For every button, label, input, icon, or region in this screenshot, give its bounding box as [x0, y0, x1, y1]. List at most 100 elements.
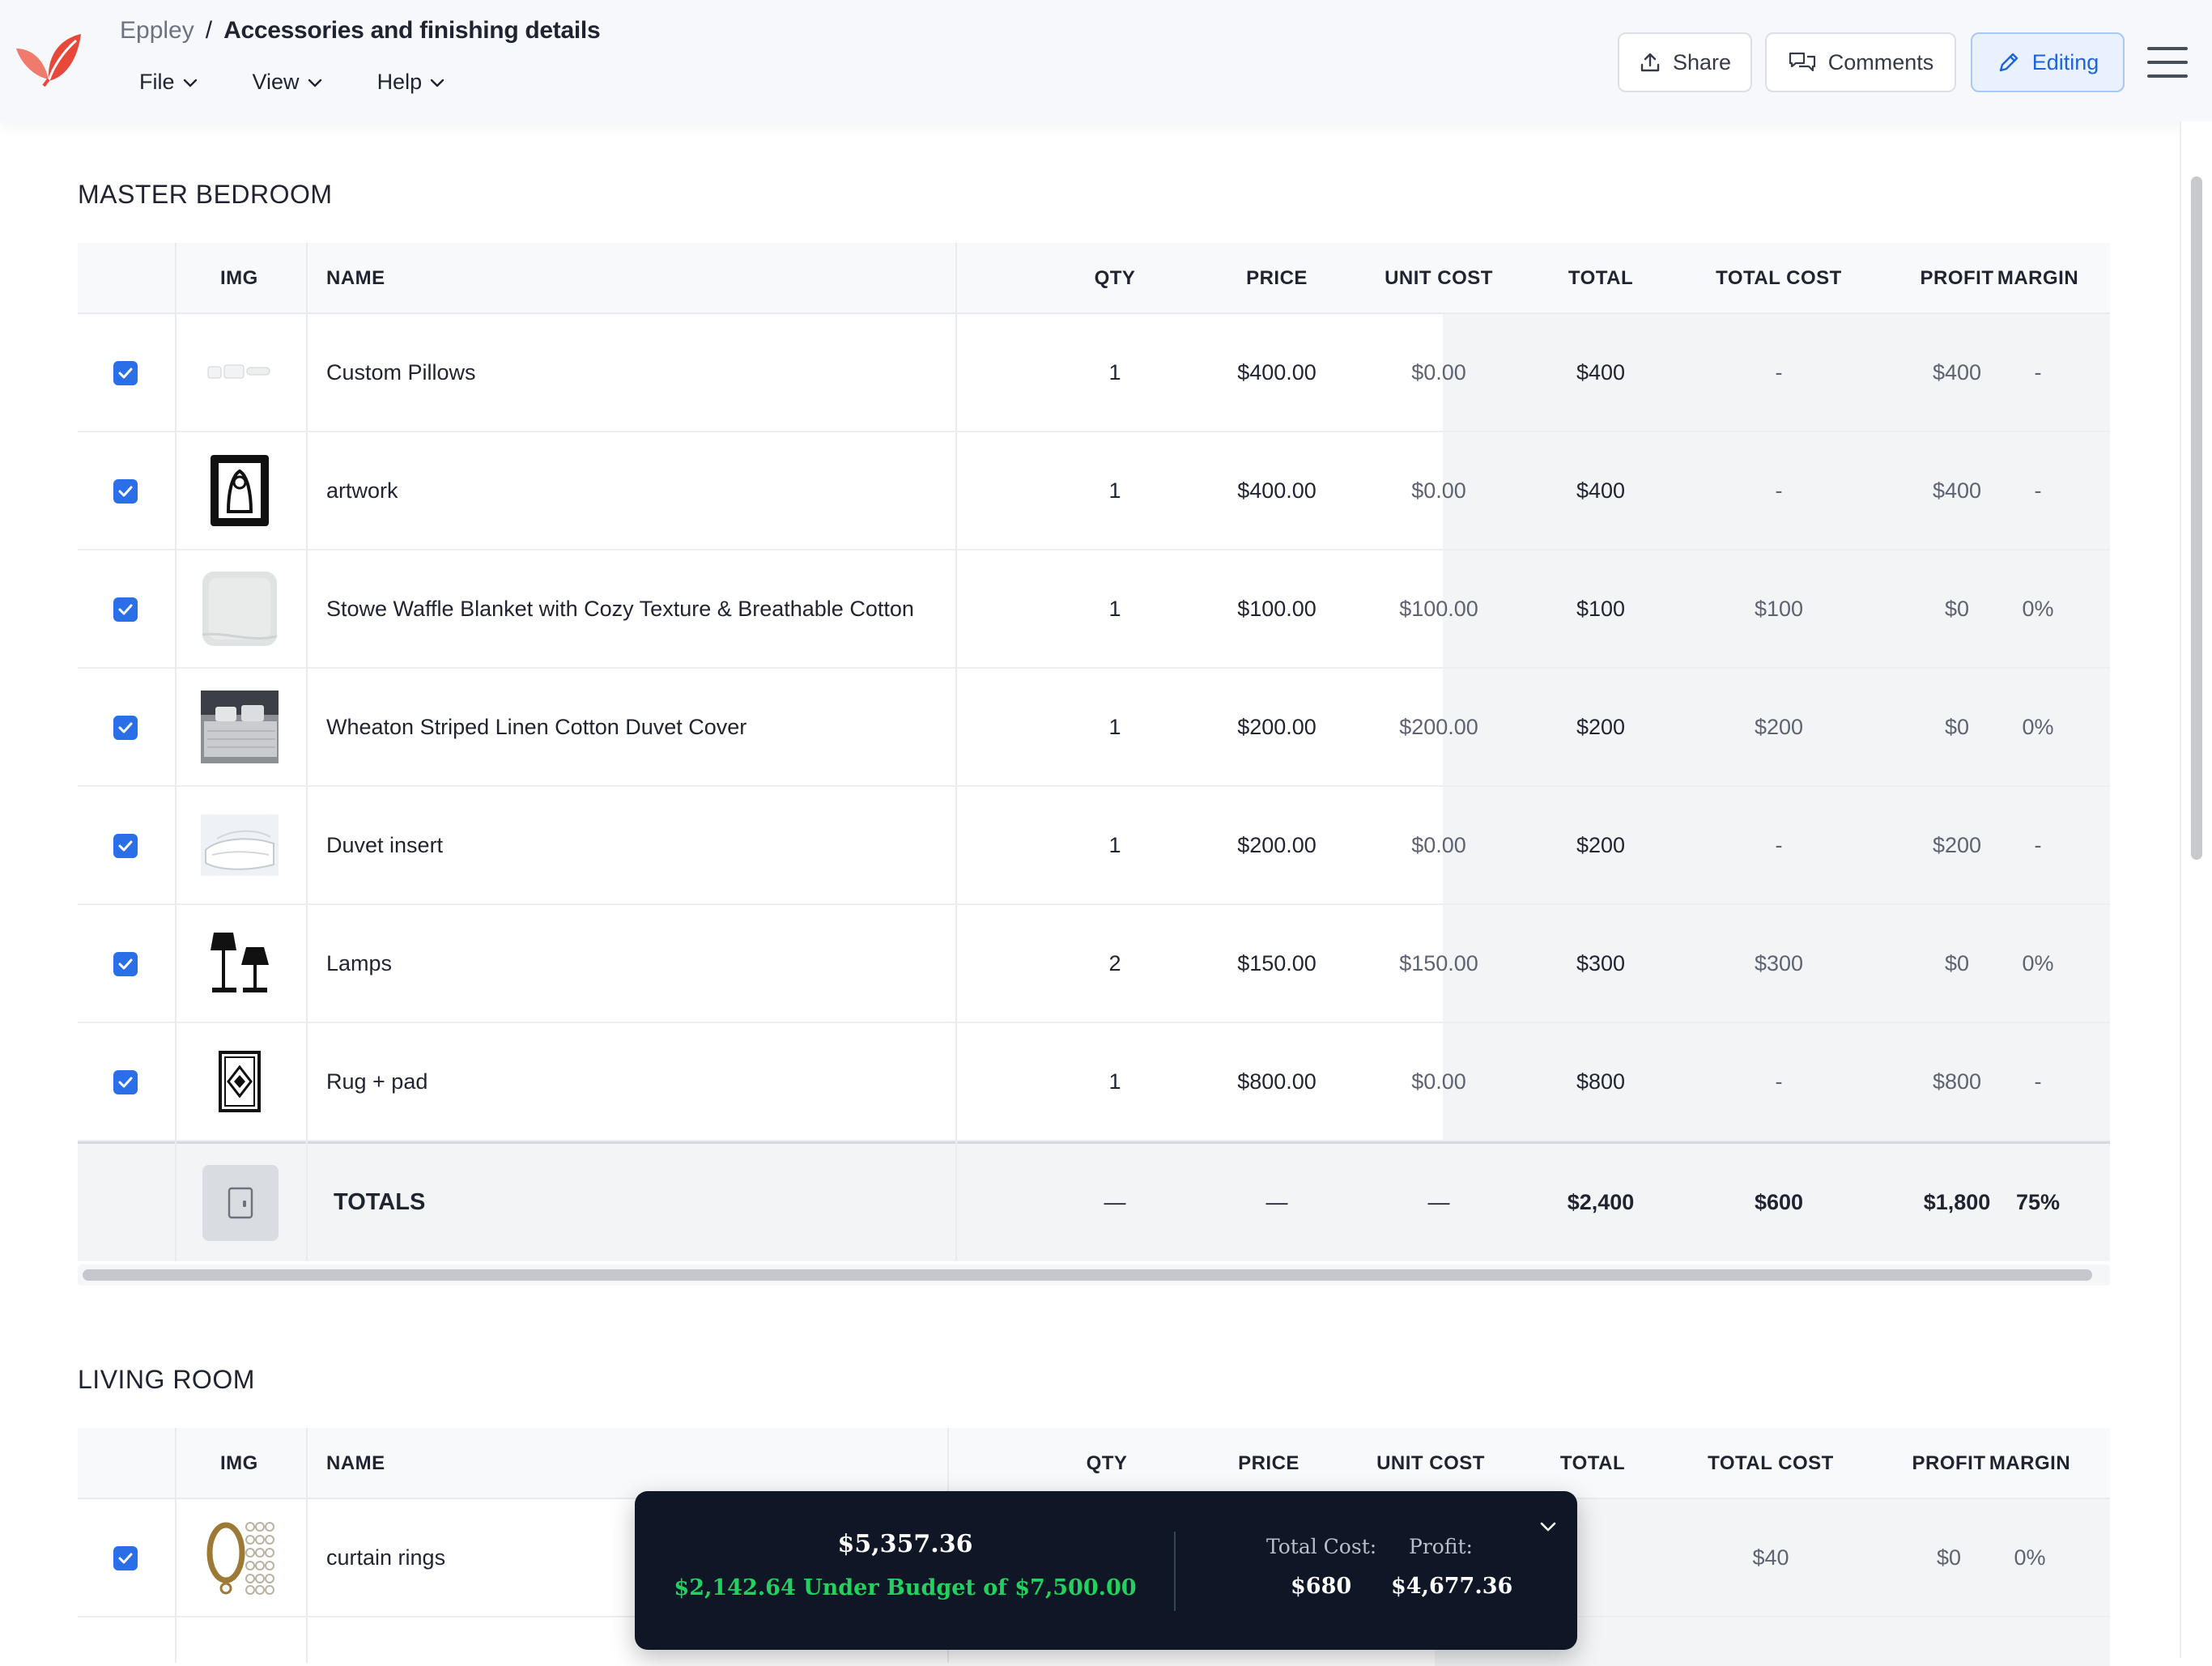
item-qty[interactable]: 1: [1038, 669, 1192, 785]
total-cost-value: $680: [1291, 1574, 1352, 1599]
section-title: MASTER BEDROOM: [78, 180, 333, 209]
col-price[interactable]: PRICE: [1200, 243, 1354, 314]
item-name[interactable]: Rug + pad: [326, 1023, 428, 1140]
table-row[interactable]: Lamps 2 $150.00 $150.00 $300 $300 $0 0%: [78, 905, 2110, 1023]
column-divider: [306, 243, 308, 1261]
item-unit-cost[interactable]: $150.00: [1362, 905, 1516, 1022]
item-price[interactable]: $200.00: [1200, 787, 1354, 903]
col-qty[interactable]: QTY: [1030, 1428, 1184, 1499]
share-label: Share: [1672, 49, 1732, 74]
artwork-icon[interactable]: [201, 453, 279, 528]
item-total-cost: -: [1775, 1069, 1783, 1094]
chevron-down-icon[interactable]: [1537, 1515, 1559, 1538]
item-qty[interactable]: 1: [1038, 432, 1192, 549]
pencil-icon: [1999, 53, 2018, 72]
row-checkbox[interactable]: [113, 716, 138, 740]
table-row[interactable]: Custom Pillows 1 $400.00 $0.00 $400 - $4…: [78, 314, 2110, 432]
vertical-scrollbar-thumb[interactable]: [2191, 176, 2202, 860]
column-divider: [175, 1428, 177, 1663]
item-qty[interactable]: 1: [1038, 314, 1192, 431]
table-row[interactable]: Stowe Waffle Blanket with Cozy Texture &…: [78, 550, 2110, 669]
item-unit-cost[interactable]: $100.00: [1362, 550, 1516, 667]
row-checkbox[interactable]: [113, 834, 138, 858]
horizontal-scrollbar[interactable]: [78, 1264, 2110, 1286]
col-qty[interactable]: QTY: [1038, 243, 1192, 314]
hamburger-menu-icon[interactable]: [2147, 45, 2188, 79]
col-total-cost[interactable]: TOTAL COST: [1686, 243, 1872, 314]
item-price[interactable]: $100.00: [1200, 550, 1354, 667]
col-margin[interactable]: MARGIN: [1961, 243, 2115, 314]
row-checkbox[interactable]: [113, 1070, 138, 1094]
item-price[interactable]: $150.00: [1200, 905, 1354, 1022]
row-checkbox[interactable]: [113, 597, 138, 622]
rug-icon[interactable]: [201, 1044, 279, 1119]
share-button[interactable]: Share: [1618, 32, 1752, 92]
item-margin: 0%: [2022, 951, 2054, 975]
col-name[interactable]: NAME: [326, 243, 385, 314]
row-checkbox[interactable]: [113, 952, 138, 976]
checkmark-icon: [118, 840, 133, 852]
checkmark-icon: [118, 368, 133, 379]
item-unit-cost[interactable]: $0.00: [1362, 432, 1516, 549]
item-name[interactable]: Wheaton Striped Linen Cotton Duvet Cover: [326, 669, 747, 785]
menu-view[interactable]: View: [253, 70, 324, 95]
item-name[interactable]: curtain rings: [326, 1499, 445, 1616]
checkmark-icon: [118, 1553, 133, 1564]
checkmark-icon: [118, 486, 133, 497]
item-unit-cost[interactable]: $0.00: [1362, 787, 1516, 903]
table-row[interactable]: Wheaton Striped Linen Cotton Duvet Cover…: [78, 669, 2110, 787]
leaf-logo-icon[interactable]: [11, 31, 86, 92]
table-row[interactable]: Duvet insert 1 $200.00 $0.00 $200 - $200…: [78, 787, 2110, 905]
item-qty[interactable]: 2: [1038, 905, 1192, 1022]
item-price[interactable]: $400.00: [1200, 314, 1354, 431]
col-margin[interactable]: MARGIN: [1953, 1428, 2107, 1499]
item-price[interactable]: $400.00: [1200, 432, 1354, 549]
item-qty[interactable]: 1: [1038, 787, 1192, 903]
item-name[interactable]: Duvet insert: [326, 787, 443, 903]
item-price[interactable]: $800.00: [1200, 1023, 1354, 1140]
item-name[interactable]: Custom Pillows: [326, 314, 476, 431]
lamps-icon[interactable]: [201, 926, 279, 1001]
table-row[interactable]: artwork 1 $400.00 $0.00 $400 - $400 -: [78, 432, 2110, 550]
item-qty[interactable]: 1: [1038, 550, 1192, 667]
item-unit-cost[interactable]: $0.00: [1362, 1023, 1516, 1140]
item-total-cost: $300: [1754, 951, 1804, 975]
table-row[interactable]: Rug + pad 1 $800.00 $0.00 $800 - $800 -: [78, 1023, 2110, 1141]
totals-total: $2,400: [1567, 1190, 1635, 1214]
row-checkbox[interactable]: [113, 1546, 138, 1570]
comments-icon: [1789, 52, 1815, 72]
comments-button[interactable]: Comments: [1765, 32, 1956, 92]
item-price[interactable]: $200.00: [1200, 669, 1354, 785]
col-total[interactable]: TOTAL: [1516, 1428, 1670, 1499]
item-unit-cost[interactable]: $0.00: [1362, 314, 1516, 431]
item-name[interactable]: Stowe Waffle Blanket with Cozy Texture &…: [326, 550, 914, 667]
curtain-rings-icon[interactable]: [201, 1520, 279, 1595]
pillows-icon[interactable]: [201, 335, 279, 410]
item-name[interactable]: artwork: [326, 432, 398, 549]
menu-file[interactable]: File: [139, 70, 199, 95]
item-qty[interactable]: 1: [1038, 1023, 1192, 1140]
budget-divider: [1174, 1532, 1176, 1611]
row-checkbox[interactable]: [113, 361, 138, 385]
profit-label: Profit:: [1409, 1535, 1473, 1558]
col-total-cost[interactable]: TOTAL COST: [1678, 1428, 1864, 1499]
col-unit-cost[interactable]: UNIT COST: [1354, 1428, 1508, 1499]
blanket-icon[interactable]: [201, 572, 279, 646]
item-unit-cost[interactable]: $200.00: [1362, 669, 1516, 785]
col-name[interactable]: NAME: [326, 1428, 385, 1499]
item-name[interactable]: Lamps: [326, 905, 392, 1022]
menu-help[interactable]: Help: [377, 70, 447, 95]
col-unit-cost[interactable]: UNIT COST: [1362, 243, 1516, 314]
horizontal-scrollbar-thumb[interactable]: [83, 1269, 2092, 1281]
duvet-cover-icon[interactable]: [201, 690, 279, 764]
col-total[interactable]: TOTAL: [1524, 243, 1678, 314]
duvet-insert-icon[interactable]: [201, 808, 279, 882]
comments-label: Comments: [1827, 49, 1934, 74]
breadcrumb-project[interactable]: Eppley: [120, 17, 194, 44]
col-price[interactable]: PRICE: [1192, 1428, 1346, 1499]
item-margin: -: [2034, 360, 2042, 385]
editing-mode-button[interactable]: Editing: [1971, 32, 2125, 92]
table-header: IMG NAME QTY PRICE UNIT COST TOTAL TOTAL…: [78, 1428, 2110, 1499]
row-checkbox[interactable]: [113, 479, 138, 504]
item-margin: 0%: [2022, 597, 2054, 621]
